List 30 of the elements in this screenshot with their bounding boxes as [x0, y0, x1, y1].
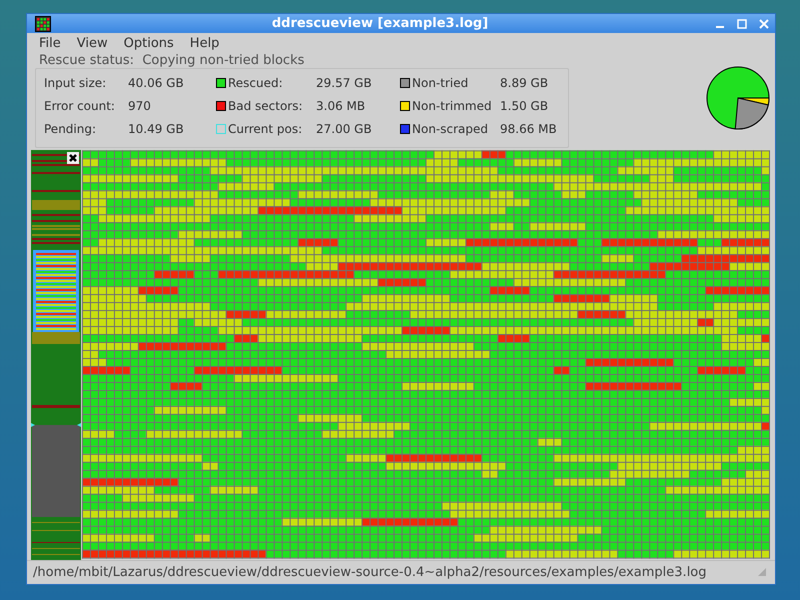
stat-label: Error count: — [44, 99, 115, 114]
stat-label: Pending: — [44, 122, 96, 136]
close-icon[interactable] — [67, 152, 79, 164]
stat-label: Input size: — [44, 76, 106, 90]
pie-chart-drawing — [705, 64, 771, 131]
menu-item[interactable]: Help — [182, 36, 228, 51]
stat-value: 1.50 GB — [500, 99, 550, 114]
stat-label: Non-scraped — [412, 122, 488, 136]
grid-icon — [35, 16, 51, 32]
stat-label: Non-tried — [412, 76, 468, 90]
menu-item[interactable]: View — [68, 36, 116, 51]
window-title: ddrescueview [example3.log] — [270, 16, 490, 32]
stat-value: 40.06 GB — [128, 76, 185, 90]
menu-item[interactable]: File — [31, 36, 69, 51]
stat-value: 970 — [128, 99, 152, 114]
maximize-icon[interactable] — [737, 18, 747, 29]
stat-value: 27.00 GB — [316, 122, 373, 136]
stat-value: 98.66 MB — [500, 122, 557, 136]
stat-label: Rescued: — [228, 76, 283, 90]
stat-value: 8.89 GB — [500, 76, 550, 90]
stat-label: Non-trimmed — [412, 99, 492, 114]
stat-label: Bad sectors: — [228, 99, 303, 114]
rescue-status: Rescue status: Copying non-tried blocks — [38, 52, 306, 68]
stat-value: 29.57 GB — [316, 76, 373, 90]
menu-item[interactable]: Options — [116, 36, 182, 51]
stat-value: 10.49 GB — [128, 122, 185, 136]
stat-value: 3.06 MB — [316, 99, 366, 114]
resize-grip-icon[interactable] — [757, 567, 767, 578]
file-path: /home/mbit/Lazarus/ddrescueview/ddrescueview-source-0.4~alpha2/resources/examples/example3.log — [33, 564, 708, 580]
stat-label: Current pos: — [228, 122, 302, 136]
